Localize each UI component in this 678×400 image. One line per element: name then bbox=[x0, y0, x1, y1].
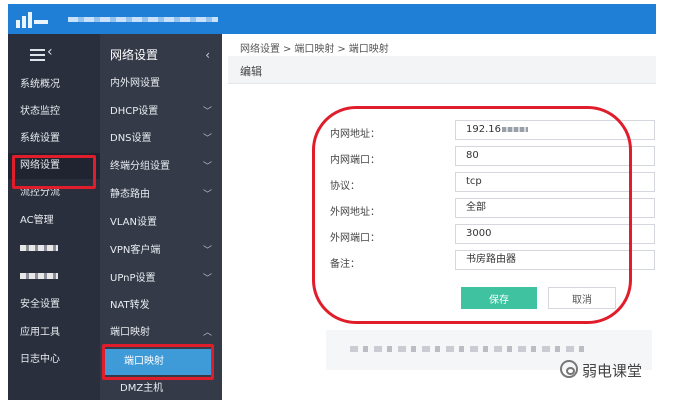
sidebar-item-system[interactable]: 系统设置 bbox=[8, 126, 100, 152]
sidebar-item-label: 日志中心 bbox=[20, 354, 60, 365]
submenu-item-terminal-group[interactable]: 终端分组设置 ﹀ bbox=[100, 154, 222, 180]
submenu-item-dhcp[interactable]: DHCP设置 ﹀ bbox=[100, 99, 222, 125]
sidebar-item-security[interactable]: 安全设置 bbox=[8, 292, 100, 318]
breadcrumb: 网络设置 > 端口映射 > 端口映射 bbox=[240, 40, 389, 55]
chevron-up-icon: ︿ bbox=[202, 328, 212, 338]
sidebar-item-ac[interactable]: AC管理 bbox=[8, 208, 100, 234]
submenu-item-wan-lan[interactable]: 内外网设置 bbox=[100, 71, 222, 97]
submenu-item-static-route[interactable]: 静态路由 ﹀ bbox=[100, 182, 222, 208]
submenu-item-port-mapping[interactable]: 端口映射 ︿ bbox=[100, 320, 222, 346]
chevron-down-icon: ﹀ bbox=[202, 246, 212, 256]
highlight-port-mapping bbox=[102, 344, 214, 380]
menu-toggle-icon[interactable]: ‹ bbox=[30, 44, 60, 66]
submenu-item-label: UPnP设置 bbox=[110, 273, 156, 284]
submenu-item-label: 静态路由 bbox=[110, 189, 150, 200]
sidebar: ‹ 系统概况 状态监控 系统设置 网络设置 流控分流 AC管理 安全设置 应用工… bbox=[8, 34, 100, 400]
sidebar-item-label: 安全设置 bbox=[20, 299, 60, 310]
highlight-network-settings bbox=[12, 155, 96, 189]
collapse-icon[interactable]: ‹ bbox=[205, 42, 210, 68]
submenu-title: 网络设置 ‹ bbox=[100, 42, 222, 68]
breadcrumb-item: 端口映射 bbox=[348, 44, 389, 55]
redacted-footer-text bbox=[350, 346, 590, 352]
sidebar-item-label: 系统设置 bbox=[20, 133, 60, 144]
sidebar-item-overview[interactable]: 系统概况 bbox=[8, 72, 100, 98]
signal-bars-logo bbox=[16, 10, 58, 28]
submenu-item-label: DHCP设置 bbox=[110, 106, 159, 117]
sidebar-item-status[interactable]: 状态监控 bbox=[8, 99, 100, 125]
sidebar-item-redacted-1[interactable] bbox=[8, 236, 100, 262]
submenu-item-label: 内外网设置 bbox=[110, 78, 160, 89]
sidebar-item-redacted-2[interactable] bbox=[8, 264, 100, 290]
submenu-item-dns[interactable]: DNS设置 ﹀ bbox=[100, 126, 222, 152]
chevron-down-icon: ﹀ bbox=[202, 190, 212, 200]
chevron-down-icon: ﹀ bbox=[202, 274, 212, 284]
submenu-item-label: NAT转发 bbox=[110, 300, 150, 311]
chat-bubble-icon bbox=[560, 360, 578, 378]
submenu-item-label: VLAN设置 bbox=[110, 217, 157, 228]
redacted-title bbox=[68, 17, 218, 22]
sidebar-item-label: AC管理 bbox=[20, 215, 54, 226]
redacted-label bbox=[20, 245, 58, 251]
chevron-down-icon: ﹀ bbox=[202, 134, 212, 144]
sidebar-item-label: 系统概况 bbox=[20, 79, 60, 90]
breadcrumb-item[interactable]: 端口映射 bbox=[294, 44, 334, 55]
highlight-form bbox=[312, 106, 632, 324]
submenu-item-label: DNS设置 bbox=[110, 133, 152, 144]
sidebar-item-tools[interactable]: 应用工具 bbox=[8, 320, 100, 346]
sidebar-item-logs[interactable]: 日志中心 bbox=[8, 347, 100, 373]
sidebar-item-label: 状态监控 bbox=[20, 106, 60, 117]
submenu-item-label: 端口映射 bbox=[110, 327, 150, 338]
submenu-item-upnp[interactable]: UPnP设置 ﹀ bbox=[100, 266, 222, 292]
submenu-item-label: DMZ主机 bbox=[120, 383, 164, 394]
chevron-down-icon: ﹀ bbox=[202, 107, 212, 117]
breadcrumb-separator: > bbox=[283, 44, 292, 55]
submenu-item-vlan[interactable]: VLAN设置 bbox=[100, 210, 222, 236]
submenu-item-nat[interactable]: NAT转发 bbox=[100, 293, 222, 319]
submenu-item-vpn[interactable]: VPN客户端 ﹀ bbox=[100, 238, 222, 264]
submenu-item-label: 终端分组设置 bbox=[110, 161, 170, 172]
sidebar-item-label: 应用工具 bbox=[20, 327, 60, 338]
watermark-text: 弱电课堂 bbox=[582, 362, 643, 380]
panel-header: 编辑 bbox=[228, 56, 656, 84]
breadcrumb-item[interactable]: 网络设置 bbox=[240, 44, 280, 55]
chevron-down-icon: ﹀ bbox=[202, 162, 212, 172]
breadcrumb-separator: > bbox=[337, 44, 346, 55]
redacted-label bbox=[20, 273, 58, 279]
submenu-title-label: 网络设置 bbox=[110, 48, 159, 62]
top-bar bbox=[8, 4, 656, 34]
submenu-item-label: VPN客户端 bbox=[110, 245, 161, 256]
panel-title: 编辑 bbox=[240, 65, 262, 78]
